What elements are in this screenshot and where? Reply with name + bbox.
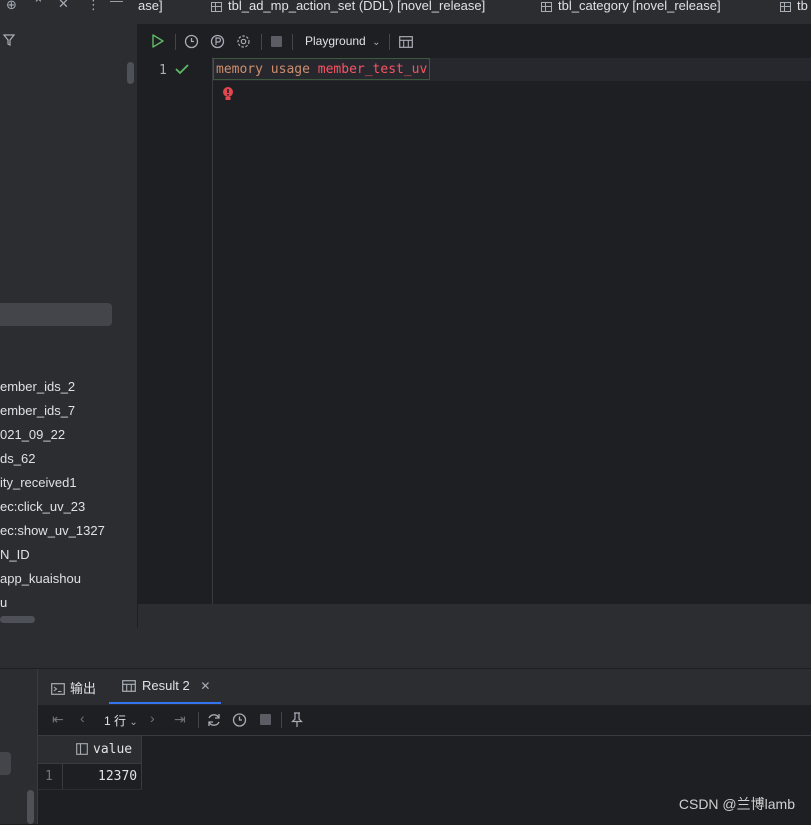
expand-icon[interactable]: ⌃ (33, 0, 44, 12)
tab-result-2[interactable]: Result 2 ✕ (122, 678, 210, 695)
services-panel-header (0, 628, 811, 668)
explain-plan-icon[interactable] (210, 34, 225, 52)
toolbar-separator (281, 712, 282, 728)
line-number: 1 (159, 63, 167, 78)
previous-page-icon[interactable]: ‹ (80, 710, 85, 726)
tree-item[interactable]: ec:click_uv_23 (0, 499, 85, 514)
refresh-icon[interactable] (206, 712, 222, 731)
history-icon[interactable] (184, 34, 199, 52)
keyword-token: memory (216, 62, 263, 77)
tree-horizontal-scrollbar[interactable] (0, 616, 35, 623)
row-number: 1 (45, 769, 53, 784)
tab-label: tb (797, 0, 808, 13)
tree-item[interactable]: 021_09_22 (0, 427, 65, 442)
close-icon[interactable]: ✕ (200, 679, 210, 693)
sql-editor (138, 24, 811, 604)
table-icon (780, 1, 791, 12)
tab-label: tbl_category [novel_release] (558, 0, 721, 13)
query-history-icon[interactable] (232, 712, 248, 731)
table-icon (541, 1, 552, 12)
tree-item[interactable]: ec:show_uv_1327 (0, 523, 105, 538)
tab-label: tbl_ad_mp_action_set (DDL) [novel_releas… (228, 0, 486, 13)
tree-item[interactable]: ds_62 (0, 451, 35, 466)
tree-item[interactable]: ember_ids_2 (0, 379, 75, 394)
tree-selection-highlight (0, 303, 112, 326)
tab-output[interactable]: 输出 (51, 678, 96, 698)
services-tree-selection (0, 752, 11, 775)
minimize-icon[interactable]: — (110, 0, 123, 8)
more-icon[interactable]: ⋮ (87, 0, 100, 13)
tab-partial-right[interactable]: tb (780, 0, 808, 23)
rows-label: 1 行 (104, 714, 127, 728)
tree-item[interactable]: ity_received1 (0, 475, 77, 490)
column-icon (76, 743, 88, 759)
collapse-icon[interactable]: ✕ (58, 0, 69, 12)
tab-ddl[interactable]: tbl_ad_mp_action_set (DDL) [novel_releas… (211, 0, 485, 23)
tab-label: 输出 (70, 681, 97, 696)
editor-gutter: 1 (138, 57, 213, 604)
tree-item[interactable]: app_kuaishou (0, 571, 81, 586)
active-tab-underline (109, 702, 221, 704)
session-label: Playground (305, 34, 366, 48)
console-icon (51, 683, 65, 698)
next-page-icon[interactable]: › (150, 710, 155, 726)
cell-value[interactable]: 12370 (98, 769, 137, 784)
tab-label: ase] (138, 0, 163, 13)
editor-tab-strip: ⊕ ⌃ ✕ ⋮ — ase] tbl_ad_mp_action_set (DDL… (0, 0, 811, 25)
toolbar-separator (175, 34, 176, 50)
database-explorer-panel: ember_ids_2 ember_ids_7 021_09_22 ds_62 … (0, 24, 138, 628)
column-header-label: value (93, 742, 133, 757)
stop-icon[interactable] (260, 714, 271, 725)
table-icon (122, 680, 136, 695)
services-scrollbar-thumb[interactable] (27, 790, 34, 824)
services-tree (0, 669, 38, 824)
toolbar-separator (261, 34, 262, 50)
table-icon (211, 1, 222, 12)
intention-bulb-icon[interactable] (222, 86, 234, 105)
tab-label: Result 2 (142, 678, 190, 693)
pin-icon[interactable] (291, 712, 303, 731)
editor-status-strip (138, 604, 811, 628)
run-icon[interactable] (151, 34, 165, 51)
toolbar-separator (198, 712, 199, 728)
column-header-value[interactable]: value (76, 742, 132, 759)
toolbar-separator (292, 34, 293, 50)
column-divider (141, 736, 142, 789)
tree-item[interactable]: N_ID (0, 547, 30, 562)
last-page-icon[interactable]: ⇥ (174, 711, 186, 728)
tab-partial-left[interactable]: ase] (138, 0, 163, 23)
tree-scrollbar-thumb[interactable] (127, 62, 134, 84)
tree-item[interactable]: u (0, 595, 7, 610)
toolbar-separator (389, 34, 390, 50)
first-page-icon[interactable]: ⇤ (52, 711, 64, 728)
table-view-icon[interactable] (399, 35, 413, 51)
watermark: CSDN @兰博lamb (678, 796, 795, 812)
crosshair-icon[interactable]: ⊕ (6, 0, 17, 13)
rows-dropdown[interactable]: 1 行 ⌄ (104, 712, 138, 729)
tree-item[interactable]: ember_ids_7 (0, 403, 75, 418)
tab-category[interactable]: tbl_category [novel_release] (541, 0, 721, 23)
check-icon (175, 63, 189, 78)
code-line[interactable]: memory usage member_test_uv (213, 58, 431, 80)
keyword-token: usage (270, 62, 310, 77)
session-dropdown[interactable]: Playground ⌄ (305, 34, 380, 48)
stop-icon[interactable] (271, 36, 282, 47)
result-toolbar: ⇤ ‹ 1 行 ⌄ › ⇥ (38, 705, 811, 736)
table-row[interactable]: 1 12370 (38, 764, 142, 790)
settings-icon[interactable] (236, 34, 251, 52)
filter-icon[interactable] (2, 34, 16, 49)
key-token: member_test_uv (317, 62, 428, 77)
chevron-down-icon: ⌄ (129, 717, 138, 728)
chevron-down-icon: ⌄ (372, 37, 381, 48)
